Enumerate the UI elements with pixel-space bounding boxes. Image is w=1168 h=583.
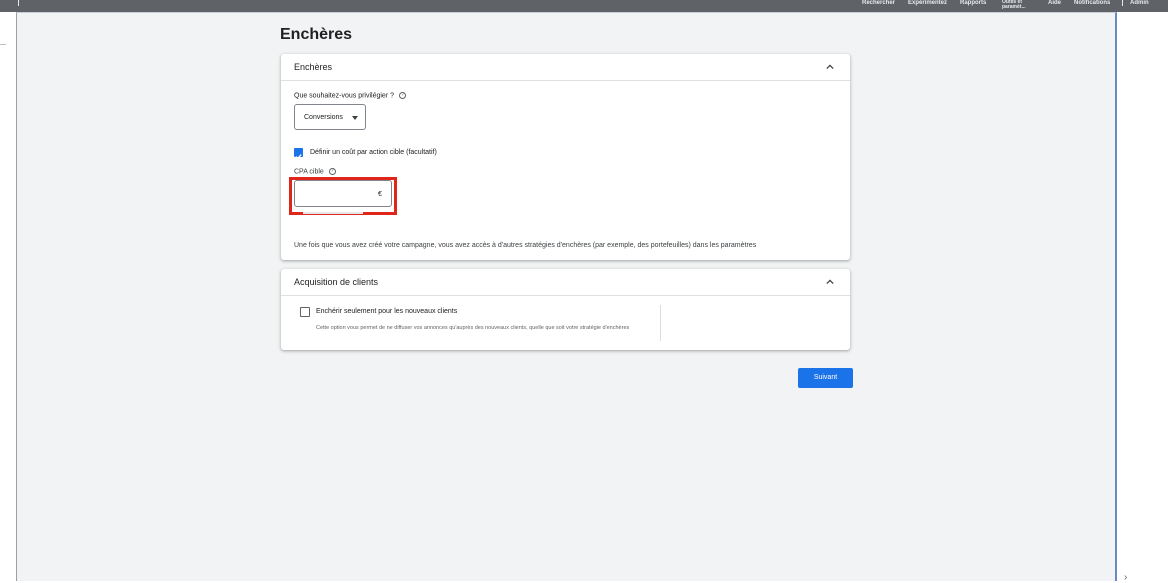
nav-reports[interactable]: Rapports [960,0,986,6]
caret-down-icon [352,116,358,120]
focus-dropdown-value: Conversions [304,114,343,121]
chevron-right-icon[interactable]: › [1124,572,1127,583]
nav-admin[interactable]: Admin [1130,0,1149,6]
new-customers-checkbox-label[interactable]: Enchérir seulement pour les nouveaux cli… [316,308,457,315]
page-title: Enchères [280,26,353,43]
next-button[interactable]: Suivant [798,368,853,388]
cpa-label: CPA cible ? [294,168,336,175]
top-bar: Rechercher Expérimentez Rapports Outils … [0,0,1168,12]
new-customers-description: Cette option vous permet de ne diffuser … [316,325,630,331]
bidding-card-header[interactable]: Enchères [281,54,850,81]
chevron-up-icon[interactable] [826,63,834,71]
nav-separator [1122,0,1123,6]
nav-notifications[interactable]: Notifications [1074,0,1110,6]
chevron-up-icon[interactable] [826,278,834,286]
nav-separator-left [18,0,19,6]
right-gutter [1117,12,1168,581]
highlight-box [289,177,397,215]
acquisition-card: Acquisition de clients Enchérir seulemen… [281,269,850,350]
focus-question: Que souhaitez-vous privilégier ? ? [294,92,406,99]
input-hint-faded [303,211,363,217]
target-cpa-checkbox-label[interactable]: Définir un coût par action cible (facult… [310,149,437,156]
focus-question-text: Que souhaitez-vous privilégier ? [294,92,394,100]
vertical-divider [660,305,661,341]
faded-hint-line [303,212,363,214]
nav-help[interactable]: Aide [1048,0,1061,6]
acquisition-card-title: Acquisition de clients [294,277,379,287]
focus-dropdown[interactable]: Conversions [294,104,366,130]
nav-search[interactable]: Rechercher [862,0,895,6]
nav-tools-settings[interactable]: Outils et paramèt... [1002,0,1036,10]
check-icon [295,154,302,160]
help-icon[interactable]: ? [328,168,336,175]
acquisition-card-header[interactable]: Acquisition de clients [281,269,850,296]
bidding-card-title: Enchères [294,62,333,72]
help-icon[interactable]: ? [398,92,406,99]
target-cpa-checkbox[interactable] [294,148,303,160]
nav-experiments[interactable]: Expérimentez [908,0,947,6]
left-edge-mark [0,44,6,45]
bidding-info-text: Une fois que vous avez créé votre campag… [294,242,757,249]
cpa-label-text: CPA cible [294,168,324,176]
new-customers-checkbox[interactable] [300,307,310,317]
bidding-card: Enchères Que souhaitez-vous privilégier … [281,54,850,260]
